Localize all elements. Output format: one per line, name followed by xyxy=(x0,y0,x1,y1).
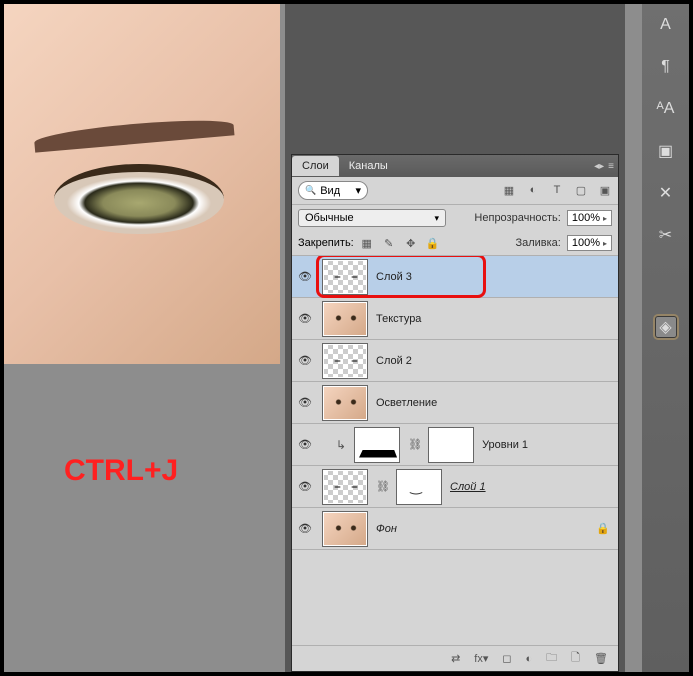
canvas-area: CTRL+J xyxy=(4,4,280,672)
layer-style-icon[interactable]: fx▾ xyxy=(474,652,488,665)
visibility-toggle-icon[interactable]: 👁 xyxy=(296,438,314,451)
lock-label: Закрепить: xyxy=(298,237,354,249)
filter-shape-icon[interactable]: ▢ xyxy=(574,184,588,197)
clip-indicator-icon: ↳ xyxy=(322,438,346,452)
layer-row-layer2[interactable]: 👁 Слой 2 xyxy=(292,340,618,382)
lock-row: Закрепить: ▦ ✎ ✥ 🔒 Заливка: 100% xyxy=(292,231,618,256)
layer-thumbnail[interactable] xyxy=(322,301,368,337)
layers-list: 👁 Слой 3 👁 Текстура 👁 Слой 2 👁 xyxy=(292,256,618,652)
layer-name-label[interactable]: Слой 2 xyxy=(376,355,412,367)
visibility-toggle-icon[interactable]: 👁 xyxy=(296,354,314,367)
character-panel-icon[interactable]: A xyxy=(655,14,677,36)
lock-brush-icon[interactable]: ✎ xyxy=(382,237,396,250)
layer-name-label[interactable]: Фон xyxy=(376,523,397,535)
opacity-input[interactable]: 100% xyxy=(567,210,612,226)
visibility-toggle-icon[interactable]: 👁 xyxy=(296,522,314,535)
mask-link-icon[interactable]: ⛓ xyxy=(408,438,420,451)
delete-layer-icon[interactable]: 🗑 xyxy=(594,652,608,665)
layer-name-label[interactable]: Слой 3 xyxy=(376,271,412,283)
mask-thumbnail[interactable] xyxy=(428,427,474,463)
layer-filter-select[interactable]: Вид▾ xyxy=(298,181,368,200)
eyebrow-graphic xyxy=(34,115,235,152)
adjustment-layer-icon[interactable]: ◐ xyxy=(526,653,533,665)
shortcut-overlay: CTRL+J xyxy=(64,454,178,488)
workspace: CTRL+J Слои Каналы ◂▸ ≡ Вид▾ ▦ ◐ T ▢ ▣ xyxy=(4,4,689,672)
eye-graphic xyxy=(54,164,224,234)
layer-thumbnail[interactable] xyxy=(322,385,368,421)
layer-name-label[interactable]: Осветление xyxy=(376,397,437,409)
adjustment-thumbnail[interactable] xyxy=(354,427,400,463)
paragraph-panel-icon[interactable]: ¶ xyxy=(655,56,677,78)
layer-row-layer3[interactable]: 👁 Слой 3 xyxy=(292,256,618,298)
history-panel-icon[interactable]: ✂ xyxy=(655,224,677,246)
panel-tabs: Слои Каналы ◂▸ ≡ xyxy=(292,155,618,177)
add-mask-icon[interactable]: ◻ xyxy=(502,652,511,665)
lock-move-icon[interactable]: ✥ xyxy=(404,237,418,250)
lock-transparent-icon[interactable]: ▦ xyxy=(360,237,374,250)
lock-indicator-icon: 🔒 xyxy=(596,522,614,535)
filter-adjust-icon[interactable]: ◐ xyxy=(526,184,540,197)
filter-type-icon[interactable]: T xyxy=(550,184,564,197)
layers-rail-icon[interactable]: ◈ xyxy=(655,316,677,338)
collapse-icon[interactable]: ◂▸ xyxy=(594,161,604,172)
layer-name-label[interactable]: Слой 1 xyxy=(450,481,486,493)
filter-row: Вид▾ ▦ ◐ T ▢ ▣ xyxy=(292,177,618,205)
lock-icons: ▦ ✎ ✥ 🔒 xyxy=(360,237,440,250)
blend-row: Обычные Непрозрачность: 100% xyxy=(292,205,618,231)
layer-row-lighten[interactable]: 👁 Осветление xyxy=(292,382,618,424)
layer-thumbnail[interactable] xyxy=(322,511,368,547)
blend-mode-select[interactable]: Обычные xyxy=(298,209,446,227)
fill-label: Заливка: xyxy=(515,237,560,249)
layer-name-label[interactable]: Уровни 1 xyxy=(482,439,528,451)
layer-name-label[interactable]: Текстура xyxy=(376,313,421,325)
tab-channels[interactable]: Каналы xyxy=(339,156,398,176)
visibility-toggle-icon[interactable]: 👁 xyxy=(296,270,314,283)
panel-menu-icon[interactable]: ≡ xyxy=(608,161,614,172)
layer-row-levels1[interactable]: 👁 ↳ ⛓ Уровни 1 xyxy=(292,424,618,466)
collapsed-panel-rail: A ¶ ᴬA ▣ ✕ ✂ ◈ xyxy=(642,4,689,672)
filter-type-icons: ▦ ◐ T ▢ ▣ xyxy=(502,184,612,197)
filter-pixel-icon[interactable]: ▦ xyxy=(502,184,516,197)
tab-layers[interactable]: Слои xyxy=(292,156,339,176)
layers-footer: ⇄ fx▾ ◻ ◐ 🗀 🗋 🗑 xyxy=(292,645,618,671)
opacity-label: Непрозрачность: xyxy=(474,212,560,224)
new-layer-icon[interactable]: 🗋 xyxy=(571,649,580,668)
link-layers-icon[interactable]: ⇄ xyxy=(451,652,460,665)
fill-input[interactable]: 100% xyxy=(567,235,612,251)
layer-thumbnail[interactable] xyxy=(322,469,368,505)
layer-thumbnail[interactable] xyxy=(322,259,368,295)
document-canvas[interactable] xyxy=(4,4,280,364)
panel-host: Слои Каналы ◂▸ ≡ Вид▾ ▦ ◐ T ▢ ▣ Обычные xyxy=(285,4,625,672)
mask-link-icon[interactable]: ⛓ xyxy=(376,480,388,493)
layers-panel: Слои Каналы ◂▸ ≡ Вид▾ ▦ ◐ T ▢ ▣ Обычные xyxy=(291,154,619,672)
new-group-icon[interactable]: 🗀 xyxy=(546,649,557,668)
navigator-panel-icon[interactable]: ✕ xyxy=(655,182,677,204)
layer-thumbnail[interactable] xyxy=(322,343,368,379)
styles-panel-icon[interactable]: ᴬA xyxy=(655,98,677,120)
mask-thumbnail[interactable] xyxy=(396,469,442,505)
lock-all-icon[interactable]: 🔒 xyxy=(426,237,440,250)
visibility-toggle-icon[interactable]: 👁 xyxy=(296,312,314,325)
3d-panel-icon[interactable]: ▣ xyxy=(655,140,677,162)
visibility-toggle-icon[interactable]: 👁 xyxy=(296,480,314,493)
layer-row-background[interactable]: 👁 Фон 🔒 xyxy=(292,508,618,550)
layer-row-layer1[interactable]: 👁 ⛓ Слой 1 xyxy=(292,466,618,508)
layer-row-texture[interactable]: 👁 Текстура xyxy=(292,298,618,340)
filter-smart-icon[interactable]: ▣ xyxy=(598,184,612,197)
visibility-toggle-icon[interactable]: 👁 xyxy=(296,396,314,409)
